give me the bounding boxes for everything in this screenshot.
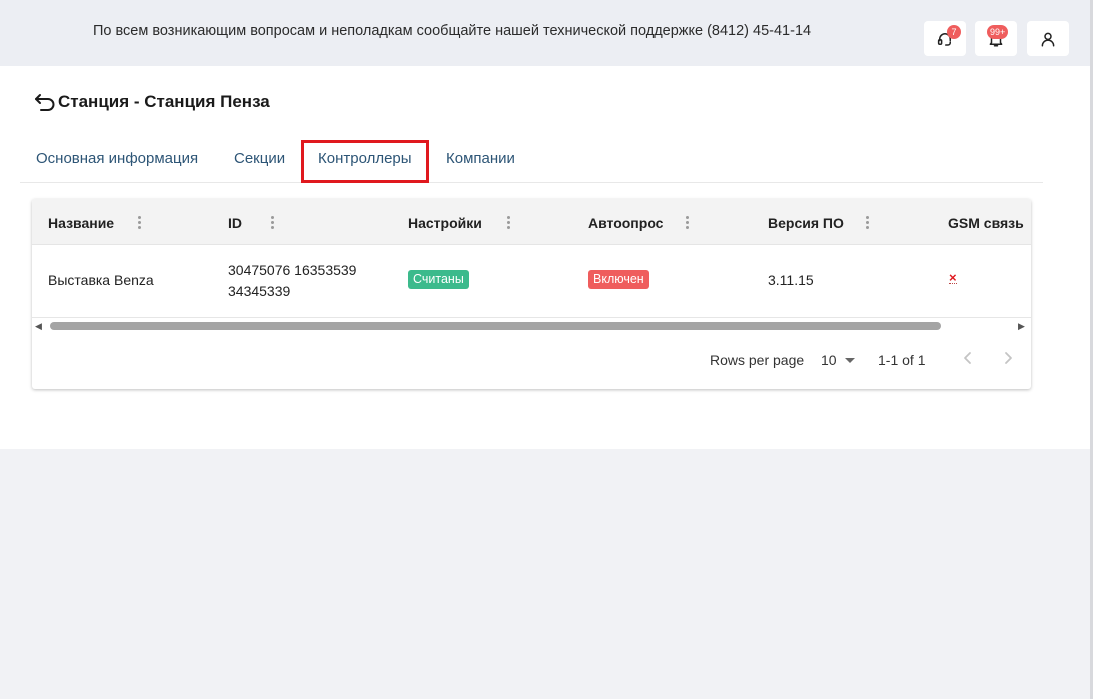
notifications-badge: 99+ — [987, 25, 1009, 39]
rows-per-page-value: 10 — [821, 352, 837, 368]
cell-id-line2: 34345339 — [228, 283, 291, 299]
column-header-version[interactable]: Версия ПО — [768, 199, 844, 244]
column-menu-icon[interactable] — [866, 216, 870, 230]
horizontal-scrollbar[interactable]: ◀ ▶ — [32, 319, 1031, 331]
user-icon — [1041, 32, 1055, 46]
status-badge-settings: Считаны — [408, 270, 469, 289]
column-header-autopoll[interactable]: Автоопрос — [588, 199, 663, 244]
next-page-button[interactable] — [998, 348, 1018, 368]
controllers-table: Название ID Настройки Автоопрос Версия П… — [32, 199, 1031, 389]
notifications-button[interactable]: 99+ — [975, 21, 1017, 56]
cell-version: 3.11.15 — [768, 272, 814, 288]
column-header-settings[interactable]: Настройки — [408, 199, 482, 244]
tab-companies[interactable]: Компании — [446, 141, 515, 183]
chevron-left-icon — [964, 352, 971, 364]
caret-down-icon — [844, 357, 855, 363]
column-menu-icon[interactable] — [507, 216, 511, 230]
gsm-status-icon: × — [949, 270, 957, 285]
tab-main-info[interactable]: Основная информация — [36, 141, 198, 183]
profile-button[interactable] — [1027, 21, 1069, 56]
back-arrow-icon[interactable] — [33, 91, 57, 113]
column-menu-icon[interactable] — [138, 216, 142, 230]
cell-id-line1: 30475076 16353539 — [228, 262, 357, 278]
page-title: Станция - Станция Пенза — [58, 92, 270, 111]
scrollbar-thumb[interactable] — [50, 322, 941, 330]
table-header: Название ID Настройки Автоопрос Версия П… — [32, 199, 1031, 245]
column-menu-icon[interactable] — [686, 216, 690, 230]
scroll-right-icon[interactable]: ▶ — [1018, 321, 1025, 332]
scroll-left-icon[interactable]: ◀ — [35, 321, 42, 332]
rows-per-page-label: Rows per page — [710, 352, 805, 368]
prev-page-button[interactable] — [958, 348, 978, 368]
pagination-range: 1-1 of 1 — [878, 352, 926, 368]
column-header-id[interactable]: ID — [228, 199, 242, 244]
main-content: Станция - Станция Пенза Основная информа… — [0, 66, 1090, 449]
tab-bar: Основная информация Секции Контроллеры К… — [20, 140, 1043, 183]
page-header: Станция - Станция Пенза — [33, 91, 270, 113]
chevron-right-icon — [1005, 352, 1012, 364]
pagination: Rows per page 10 1-1 of 1 — [32, 335, 1031, 387]
support-badge: 7 — [947, 25, 961, 39]
tab-controllers[interactable]: Контроллеры — [301, 140, 429, 183]
top-bar: По всем возникающим вопросам и неполадка… — [0, 0, 1090, 66]
status-badge-autopoll: Включен — [588, 270, 649, 289]
support-notice: По всем возникающим вопросам и неполадка… — [93, 23, 812, 39]
column-header-gsm[interactable]: GSM связь — [948, 199, 1024, 244]
column-header-name[interactable]: Название — [48, 199, 114, 244]
table-row[interactable]: Выставка Benza 30475076 16353539 3434533… — [32, 246, 1031, 318]
column-menu-icon[interactable] — [271, 216, 275, 230]
tab-sections[interactable]: Секции — [234, 141, 285, 183]
rows-per-page-select[interactable]: 10 — [821, 352, 855, 368]
support-button[interactable]: 7 — [924, 21, 966, 56]
cell-name: Выставка Benza — [48, 272, 154, 288]
